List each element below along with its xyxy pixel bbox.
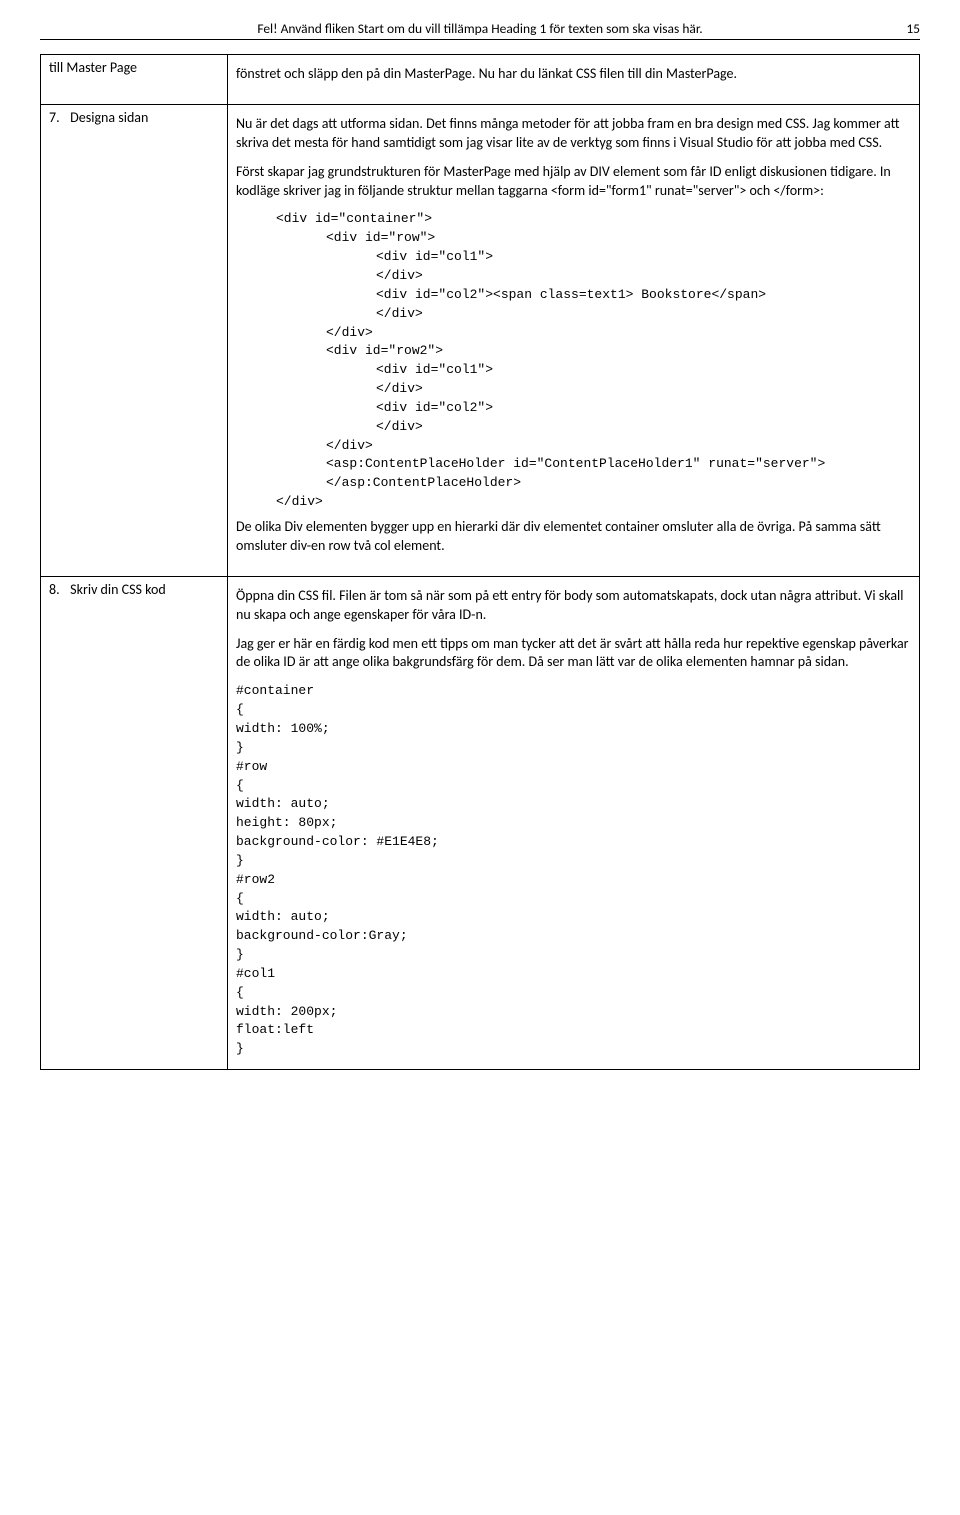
step-label-cell: 8. Skriv din CSS kod <box>41 576 228 1069</box>
code-line: </div> <box>236 324 911 343</box>
step-content-cell: Nu är det dags att utforma sidan. Det fi… <box>228 104 920 576</box>
code-line: <div id="col2"> <box>236 399 911 418</box>
code-line: <asp:ContentPlaceHolder id="ContentPlace… <box>236 455 911 474</box>
code-line: </div> <box>236 493 911 512</box>
code-line: { <box>236 777 911 796</box>
step-label: Designa sidan <box>70 109 148 126</box>
page-number: 15 <box>906 20 920 37</box>
step-label-cell: 7. Designa sidan <box>41 104 228 576</box>
code-line: } <box>236 1040 911 1059</box>
code-line: </asp:ContentPlaceHolder> <box>236 474 911 493</box>
code-line: { <box>236 984 911 1003</box>
paragraph: Jag ger er här en färdig kod men ett tip… <box>236 635 911 673</box>
code-line: width: 100%; <box>236 720 911 739</box>
code-line: width: 200px; <box>236 1003 911 1022</box>
paragraph: Öppna din CSS fil. Filen är tom så när s… <box>236 587 911 625</box>
page: Fel! Använd fliken Start om du vill till… <box>0 0 960 1110</box>
code-line: <div id="col1"> <box>236 248 911 267</box>
step-number: 8. <box>49 581 67 600</box>
step-label: Skriv din CSS kod <box>70 581 166 598</box>
code-line: { <box>236 701 911 720</box>
content-table: till Master Page fönstret och släpp den … <box>40 54 920 1070</box>
table-row: 7. Designa sidan Nu är det dags att utfo… <box>41 104 920 576</box>
paragraph: fönstret och släpp den på din MasterPage… <box>236 65 911 84</box>
paragraph: Nu är det dags att utforma sidan. Det fi… <box>236 115 911 153</box>
code-line: height: 80px; <box>236 814 911 833</box>
code-line: </div> <box>236 437 911 456</box>
step-content-cell: Öppna din CSS fil. Filen är tom så när s… <box>228 576 920 1069</box>
code-line: <div id="row2"> <box>236 342 911 361</box>
code-line: width: auto; <box>236 795 911 814</box>
table-row: 8. Skriv din CSS kod Öppna din CSS fil. … <box>41 576 920 1069</box>
paragraph: De olika Div elementen bygger upp en hie… <box>236 518 911 556</box>
code-line: { <box>236 890 911 909</box>
code-line: <div id="col2"><span class=text1> Bookst… <box>236 286 911 305</box>
code-line: </div> <box>236 305 911 324</box>
code-line: } <box>236 739 911 758</box>
code-line: #container <box>236 682 911 701</box>
code-line: #col1 <box>236 965 911 984</box>
code-line: background-color:Gray; <box>236 927 911 946</box>
header-text: Fel! Använd fliken Start om du vill till… <box>257 20 702 37</box>
code-line: <div id="col1"> <box>236 361 911 380</box>
step-label: till Master Page <box>49 59 137 76</box>
code-line: </div> <box>236 380 911 399</box>
code-line: } <box>236 946 911 965</box>
code-block: #container{width: 100%;}#row{width: auto… <box>236 682 911 1059</box>
code-line: </div> <box>236 267 911 286</box>
code-line: <div id="row"> <box>236 229 911 248</box>
code-line: background-color: #E1E4E8; <box>236 833 911 852</box>
code-line: width: auto; <box>236 908 911 927</box>
table-row: till Master Page fönstret och släpp den … <box>41 55 920 105</box>
code-line: #row <box>236 758 911 777</box>
step-content-cell: fönstret och släpp den på din MasterPage… <box>228 55 920 105</box>
paragraph: Först skapar jag grundstrukturen för Mas… <box>236 163 911 201</box>
step-number: 7. <box>49 109 67 128</box>
code-line: float:left <box>236 1021 911 1040</box>
code-block: <div id="container"><div id="row"><div i… <box>236 210 911 512</box>
code-line: #row2 <box>236 871 911 890</box>
page-header: Fel! Använd fliken Start om du vill till… <box>40 20 920 40</box>
code-line: </div> <box>236 418 911 437</box>
code-line: <div id="container"> <box>236 210 911 229</box>
step-label-cell: till Master Page <box>41 55 228 105</box>
code-line: } <box>236 852 911 871</box>
